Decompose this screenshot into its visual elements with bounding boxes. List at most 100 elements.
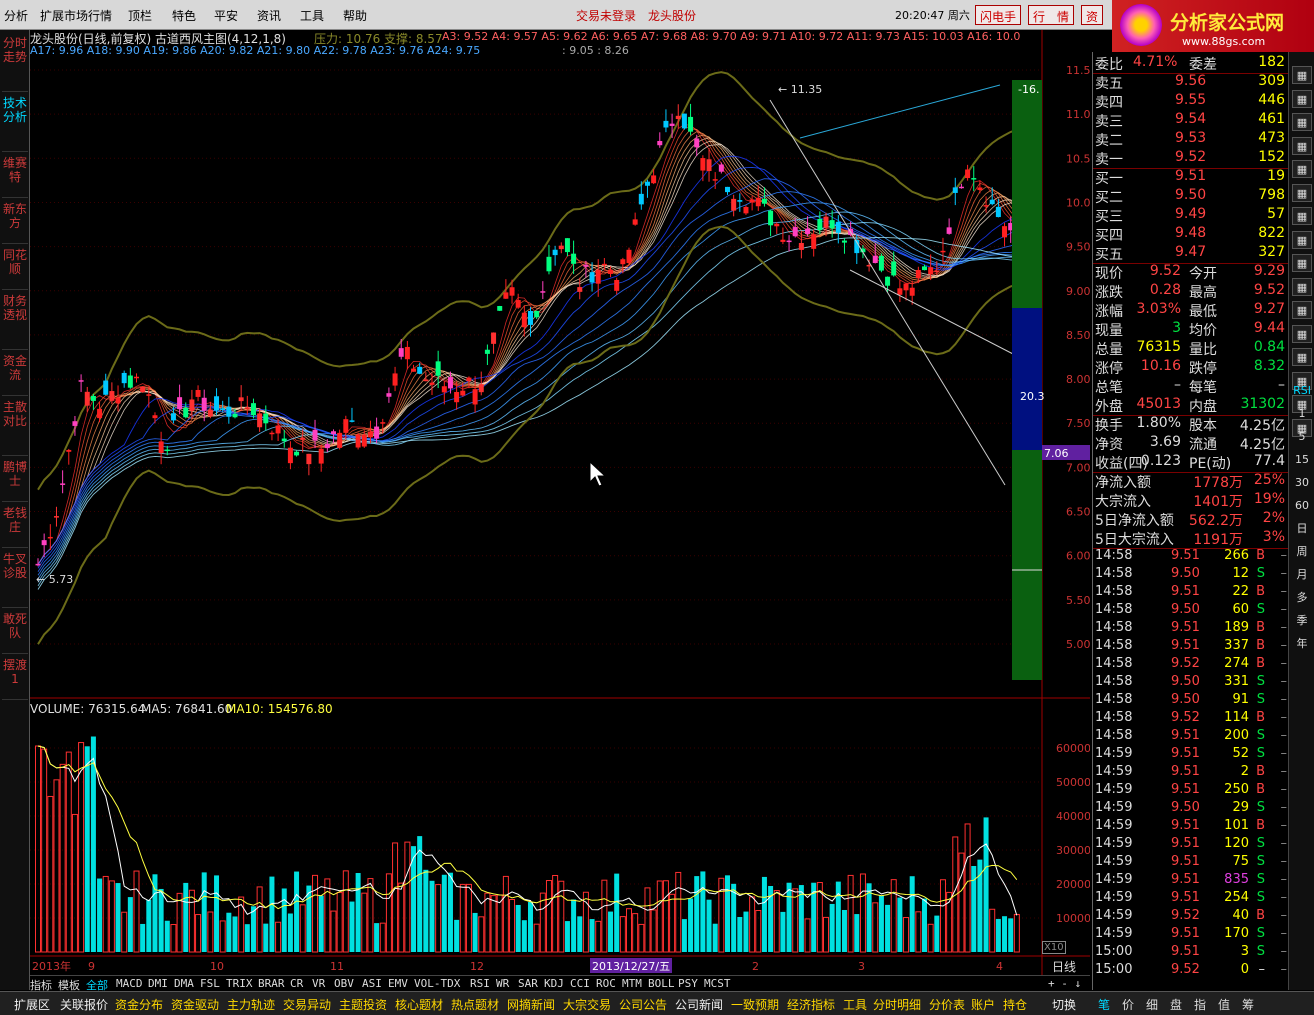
left-tab-8[interactable]: 鹏博士 <box>2 458 28 502</box>
panel-tab-4[interactable]: 指 <box>1194 996 1206 1013</box>
tool-chart-icon[interactable]: ▦ <box>1292 301 1312 319</box>
left-tab-5[interactable]: 财务透视 <box>2 292 28 350</box>
bottom-tab-8[interactable]: 大宗交易 <box>563 996 611 1013</box>
indicator-tab-BOLL[interactable]: BOLL <box>648 977 675 990</box>
left-tab-10[interactable]: 牛叉诊股 <box>2 550 28 608</box>
zoom-controls[interactable]: + - ↓ <box>1048 977 1081 990</box>
tool-chart-icon[interactable]: ▦ <box>1292 277 1312 296</box>
bottom-left-0[interactable]: 扩展区 <box>14 996 50 1013</box>
indicator-tab-CCI[interactable]: CCI <box>570 977 590 990</box>
indicator-tab-DMA[interactable]: DMA <box>174 977 194 990</box>
left-tab-0[interactable]: 分时走势 <box>2 34 28 92</box>
indicator-tab-DMI[interactable]: DMI <box>148 977 168 990</box>
info-button[interactable]: 资 <box>1081 5 1104 25</box>
menu-special[interactable]: 特色 <box>172 7 196 24</box>
indicator-tab-TRIX[interactable]: TRIX <box>226 977 253 990</box>
bottom-tab-0[interactable]: 资金分布 <box>115 996 163 1013</box>
period-tool-6[interactable]: 日 <box>1292 520 1312 538</box>
flash-trade-button[interactable]: 闪电手 <box>975 5 1022 25</box>
bottom-tab-5[interactable]: 核心题材 <box>395 996 443 1013</box>
tool-arrow-up-icon[interactable]: ▦ <box>1292 66 1312 84</box>
period-tool-2[interactable]: 5 <box>1292 428 1312 446</box>
period-tool-10[interactable]: 季 <box>1292 612 1312 630</box>
indicator-tab-MTM[interactable]: MTM <box>622 977 642 990</box>
bottom-tab-9[interactable]: 公司公告 <box>619 996 667 1013</box>
bottom-tab-14[interactable]: 分时明细 <box>873 996 921 1013</box>
left-tab-11[interactable]: 敢死队 <box>2 610 28 654</box>
tool-chart-icon[interactable]: ▦ <box>1292 160 1312 178</box>
indicator-tab-PSY[interactable]: PSY <box>678 977 698 990</box>
panel-tab-1[interactable]: 价 <box>1122 996 1134 1013</box>
tool-chart-icon[interactable]: ▦ <box>1292 348 1312 366</box>
panel-tab-3[interactable]: 盘 <box>1170 996 1182 1013</box>
indicator-tab-KDJ[interactable]: KDJ <box>544 977 564 990</box>
bottom-tab-1[interactable]: 资金驱动 <box>171 996 219 1013</box>
left-tab-7[interactable]: 主散对比 <box>2 398 28 456</box>
panel-tab-0[interactable]: 笔 <box>1098 996 1110 1013</box>
bottom-tab-3[interactable]: 交易异动 <box>283 996 331 1013</box>
period-tool-3[interactable]: 15 <box>1292 451 1312 469</box>
tool-chart-icon[interactable]: ▦ <box>1292 136 1312 155</box>
login-status[interactable]: 交易未登录 <box>576 7 636 24</box>
menu-help[interactable]: 帮助 <box>343 7 367 24</box>
tool-chart-icon[interactable]: ▦ <box>1292 324 1312 343</box>
indicator-tab-EMV[interactable]: EMV <box>388 977 408 990</box>
period-tool-0[interactable]: RSI <box>1292 382 1312 400</box>
bottom-tab-10[interactable]: 公司新闻 <box>675 996 723 1013</box>
bottom-tab-13[interactable]: 工具 <box>843 996 867 1013</box>
bottom-tab-15[interactable]: 分价表 <box>929 996 965 1013</box>
indicator-tab-VOL-TDX[interactable]: VOL-TDX <box>414 977 460 990</box>
left-tab-3[interactable]: 新东方 <box>2 200 28 244</box>
period-label[interactable]: 日线 <box>1052 958 1076 975</box>
indicator-tab-OBV[interactable]: OBV <box>334 977 354 990</box>
tool-chart-icon[interactable]: ▦ <box>1292 113 1312 131</box>
indicator-tab-SAR[interactable]: SAR <box>518 977 538 990</box>
menu-extended-market[interactable]: 扩展市场行情 <box>40 7 112 24</box>
tool-chart-icon[interactable]: ▦ <box>1292 230 1312 249</box>
left-tab-2[interactable]: 维赛特 <box>2 154 28 198</box>
bottom-tab-4[interactable]: 主题投资 <box>339 996 387 1013</box>
period-tool-7[interactable]: 周 <box>1292 543 1312 561</box>
kline-chart[interactable]: 11.50 11.00 10.50 10.00 9.50 9.00 8.50 8.00 7.50… <box>30 30 1090 975</box>
period-tool-11[interactable]: 年 <box>1292 635 1312 653</box>
left-tab-1[interactable]: 技术分析 <box>2 94 28 152</box>
bottom-tab-7[interactable]: 网摘新闻 <box>507 996 555 1013</box>
indicator-tab-CR[interactable]: CR <box>290 977 303 990</box>
menu-tools[interactable]: 工具 <box>300 7 324 24</box>
left-tab-4[interactable]: 同花顺 <box>2 246 28 290</box>
period-tool-9[interactable]: 多 <box>1292 589 1312 607</box>
period-tool-4[interactable]: 30 <box>1292 474 1312 492</box>
panel-tab-6[interactable]: 筹 <box>1242 996 1254 1013</box>
menu-analysis[interactable]: 分析 <box>4 7 28 24</box>
switch-button[interactable]: 切换 <box>1052 996 1076 1013</box>
indicator-tab-MCST[interactable]: MCST <box>704 977 731 990</box>
tool-chart-icon[interactable]: ▦ <box>1292 183 1312 202</box>
bottom-tab-17[interactable]: 持仓 <box>1003 996 1027 1013</box>
menu-news[interactable]: 资讯 <box>257 7 281 24</box>
panel-tab-5[interactable]: 值 <box>1218 996 1230 1013</box>
indicator-tab-VR[interactable]: VR <box>312 977 325 990</box>
indicator-tab-FSL[interactable]: FSL <box>200 977 220 990</box>
indicator-tab-ASI[interactable]: ASI <box>362 977 382 990</box>
bottom-tab-16[interactable]: 账户 <box>971 996 995 1013</box>
period-tool-8[interactable]: 月 <box>1292 566 1312 584</box>
indicator-tab-WR[interactable]: WR <box>496 977 509 990</box>
left-tab-6[interactable]: 资金流 <box>2 352 28 396</box>
menu-pingan[interactable]: 平安 <box>214 7 238 24</box>
bottom-left-1[interactable]: 关联报价 <box>60 996 108 1013</box>
indicator-tab-ROC[interactable]: ROC <box>596 977 616 990</box>
panel-tab-2[interactable]: 细 <box>1146 996 1158 1013</box>
indicator-tab-BRAR[interactable]: BRAR <box>258 977 285 990</box>
period-tool-1[interactable]: 1 <box>1292 405 1312 423</box>
tool-chart-icon[interactable]: ▦ <box>1292 207 1312 225</box>
bottom-tab-2[interactable]: 主力轨迹 <box>227 996 275 1013</box>
left-tab-9[interactable]: 老钱庄 <box>2 504 28 548</box>
bottom-tab-11[interactable]: 一致预期 <box>731 996 779 1013</box>
left-tab-12[interactable]: 摆渡1 <box>2 656 28 700</box>
menu-topbar[interactable]: 顶栏 <box>128 7 152 24</box>
quote-button[interactable]: 行 情 <box>1028 5 1075 25</box>
tool-chart-icon[interactable]: ▦ <box>1292 89 1312 108</box>
bottom-tab-6[interactable]: 热点题材 <box>451 996 499 1013</box>
chart-canvas[interactable]: 11.50 11.00 10.50 10.00 9.50 9.00 8.50 8.00 7.50… <box>30 30 1090 975</box>
indicator-tab-RSI[interactable]: RSI <box>470 977 490 990</box>
